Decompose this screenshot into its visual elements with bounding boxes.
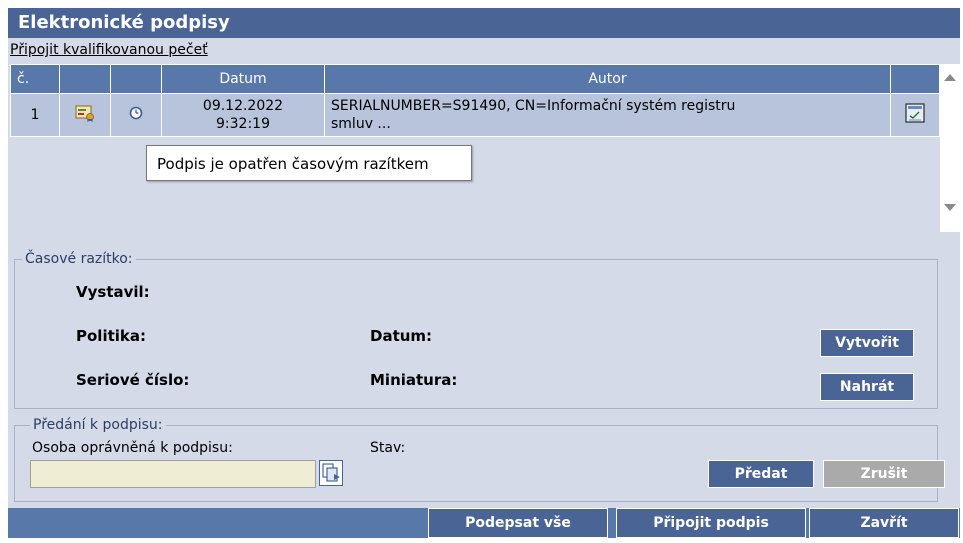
table-row[interactable]: 1 09.12.2022 9:32:19 SERIALNUMBER=S91490… bbox=[10, 93, 940, 137]
status-label: Stav: bbox=[370, 440, 406, 456]
sign-all-button[interactable]: Podepsat vše bbox=[428, 508, 608, 538]
attach-signature-button[interactable]: Připojit podpis bbox=[616, 508, 806, 538]
date-value: 09.12.2022 bbox=[202, 98, 284, 114]
author-cell: SERIALNUMBER=S91490, CN=Informační systé… bbox=[324, 93, 891, 137]
column-header-timestamp bbox=[110, 64, 162, 94]
author-value-line2: smluv ... bbox=[331, 116, 391, 132]
thumbnail-label: Miniatura: bbox=[370, 371, 458, 389]
row-number: 1 bbox=[10, 93, 60, 137]
serial-number-label: Seriové číslo: bbox=[76, 371, 190, 389]
attach-seal-link[interactable]: Připojit kvalifikovanou pečeť bbox=[10, 42, 208, 58]
handover-button[interactable]: Předat bbox=[708, 460, 814, 488]
timestamp-cell bbox=[110, 93, 162, 137]
cancel-handover-button[interactable]: Zrušit bbox=[823, 460, 945, 488]
time-value: 9:32:19 bbox=[216, 116, 270, 132]
scroll-down-arrow-icon[interactable] bbox=[944, 204, 956, 211]
timestamp-date-label: Datum: bbox=[370, 327, 433, 345]
issuer-label: Vystavil: bbox=[76, 283, 150, 301]
date-cell: 09.12.2022 9:32:19 bbox=[161, 93, 325, 137]
certificate-detail-icon[interactable] bbox=[905, 103, 925, 123]
signature-certificate-icon bbox=[75, 105, 94, 122]
certificate-cell bbox=[890, 93, 940, 137]
table-scrollbar[interactable] bbox=[940, 64, 960, 232]
column-header-certificate bbox=[890, 64, 940, 94]
authorized-person-field[interactable] bbox=[30, 460, 316, 488]
close-button[interactable]: Zavřít bbox=[809, 508, 959, 538]
column-header-number: č. bbox=[10, 64, 60, 94]
handover-legend: Předání k podpisu: bbox=[30, 417, 166, 433]
timestamp-legend: Časové razítko: bbox=[22, 251, 136, 267]
column-header-type bbox=[59, 64, 111, 94]
upload-timestamp-button[interactable]: Nahrát bbox=[820, 373, 914, 401]
author-value-line1: SERIALNUMBER=S91490, CN=Informační systé… bbox=[331, 98, 736, 114]
select-person-button[interactable] bbox=[319, 460, 343, 486]
person-picker-icon bbox=[322, 463, 340, 482]
policy-label: Politika: bbox=[76, 327, 146, 345]
signature-type-cell bbox=[59, 93, 111, 137]
scroll-up-arrow-icon[interactable] bbox=[944, 74, 956, 81]
timestamp-tooltip: Podpis je opatřen časovým razítkem bbox=[146, 145, 472, 181]
clock-icon[interactable] bbox=[129, 106, 143, 120]
table-header-row: č. Datum Autor bbox=[10, 64, 940, 94]
signatures-table: č. Datum Autor 1 09.12.2022 9:32:19 SERI… bbox=[10, 64, 940, 137]
create-timestamp-button[interactable]: Vytvořit bbox=[820, 329, 914, 357]
column-header-date: Datum bbox=[161, 64, 325, 94]
dialog-title: Elektronické podpisy bbox=[8, 8, 960, 38]
signatures-dialog: Elektronické podpisy Připojit kvalifikov… bbox=[8, 8, 960, 538]
authorized-person-label: Osoba oprávněná k podpisu: bbox=[32, 440, 233, 456]
column-header-author: Autor bbox=[324, 64, 891, 94]
